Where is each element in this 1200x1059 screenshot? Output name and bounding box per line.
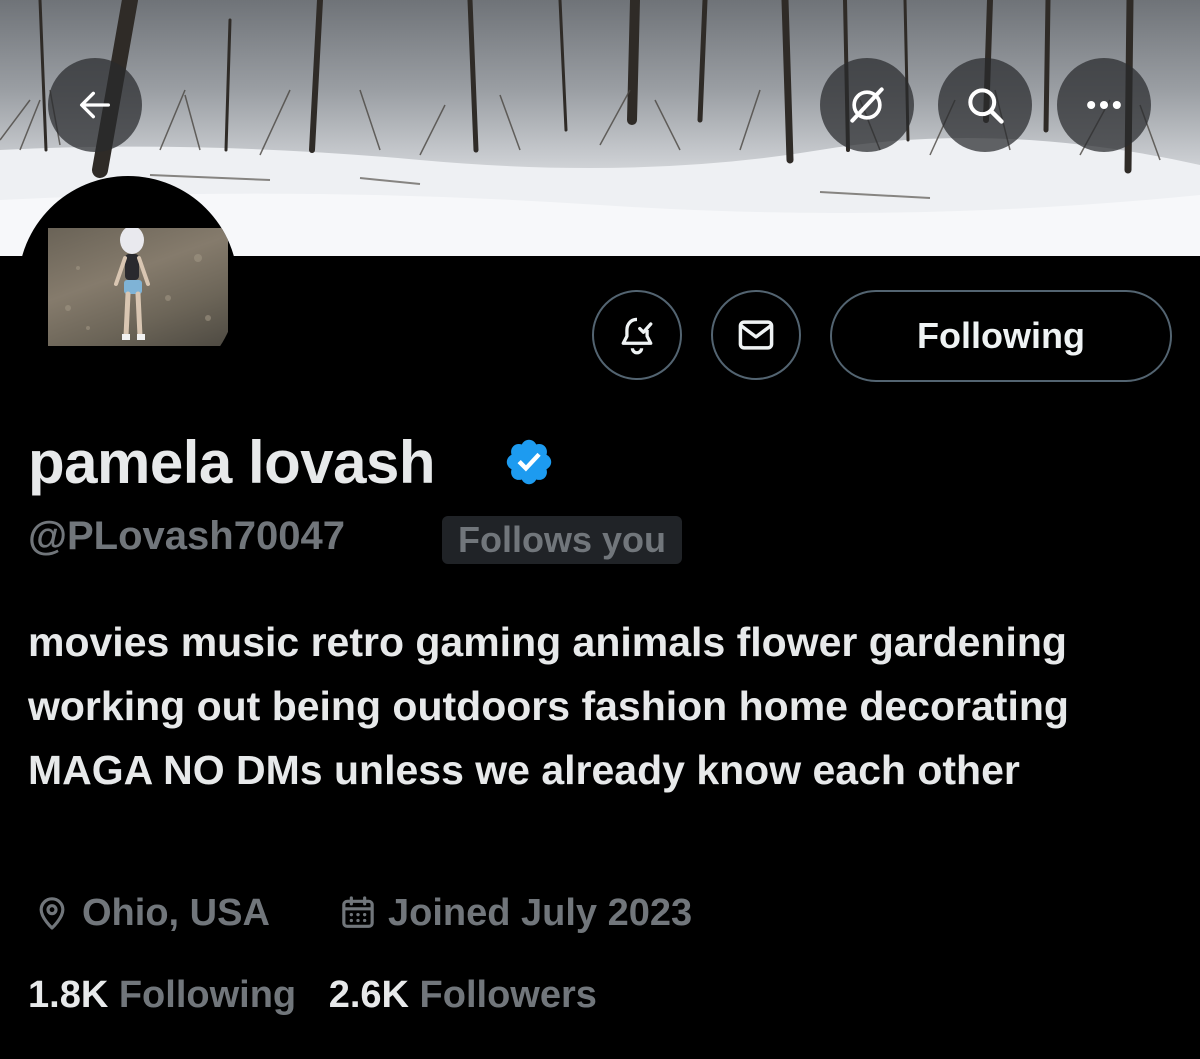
location-text: Ohio, USA <box>82 891 270 934</box>
bell-check-icon <box>621 317 653 355</box>
join-date: Joined July 2023 <box>338 888 692 938</box>
following-button[interactable]: Following <box>830 290 1172 382</box>
search-icon <box>968 88 1004 124</box>
following-count-link[interactable]: 1.8K Following <box>28 974 296 1017</box>
location-pin-icon <box>39 897 65 930</box>
followers-label: Followers <box>419 974 597 1016</box>
calendar-icon <box>342 896 374 928</box>
avatar[interactable] <box>18 176 238 396</box>
more-icon <box>1087 100 1121 110</box>
verified-badge-icon <box>506 439 552 485</box>
following-count: 1.8K <box>28 974 109 1016</box>
grok-button[interactable] <box>820 58 914 152</box>
more-button[interactable] <box>1057 58 1151 152</box>
envelope-icon <box>738 320 774 350</box>
follows-you-badge: Follows you <box>442 516 683 564</box>
profile-bio: movies music retro gaming animals flower… <box>28 619 1069 793</box>
followers-count: 2.6K <box>328 974 409 1016</box>
followers-count-link[interactable]: 2.6K Followers <box>329 974 597 1017</box>
user-handle: @PLovash70047 <box>28 514 345 558</box>
avatar-photo <box>48 228 228 346</box>
join-date-text: Joined July 2023 <box>388 891 693 934</box>
following-label: Following <box>118 974 297 1016</box>
notifications-button[interactable] <box>592 290 682 380</box>
grok-icon <box>850 87 884 123</box>
back-arrow-icon <box>80 91 111 119</box>
back-button[interactable] <box>48 58 142 152</box>
message-button[interactable] <box>711 290 801 380</box>
display-name: pamela lovash <box>28 429 436 496</box>
location: Ohio, USA <box>32 888 270 938</box>
follow-stats: 1.8K Following 2.6K Followers <box>28 974 597 1017</box>
search-button[interactable] <box>938 58 1032 152</box>
